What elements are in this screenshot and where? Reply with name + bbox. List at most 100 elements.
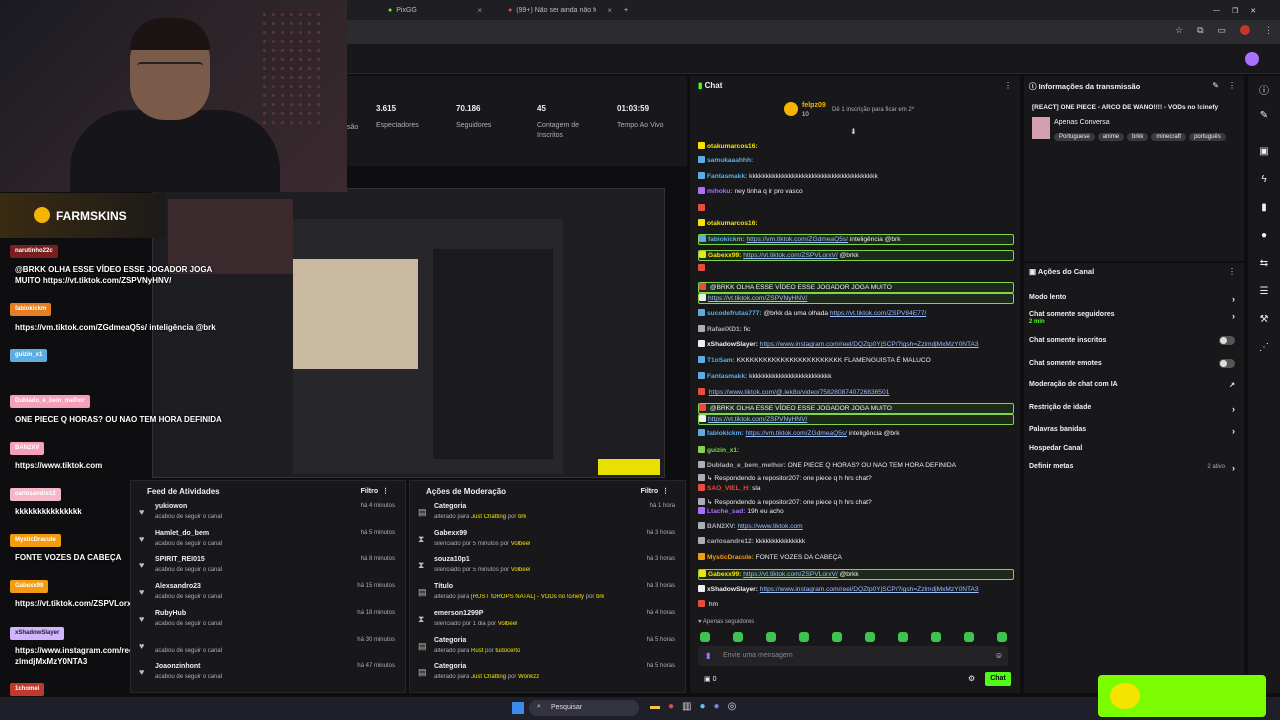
chat-username[interactable]: xShadowSlayer: [707,586,758,593]
chat-username[interactable]: fabiokickm: [708,236,745,243]
chat-username[interactable]: BAN2XV: [707,523,736,530]
chat-username[interactable]: otakumarcos16: [707,220,758,227]
chat-username[interactable]: sucodefrutas777: [707,310,762,317]
chat-link[interactable]: https://vm.tiktok.com/ZGdmeaQ5s/ [747,236,849,243]
emote-icon[interactable] [733,632,743,642]
list-icon[interactable]: ☰ [1257,286,1271,300]
feed-user[interactable]: Alexsandro23 [155,583,201,590]
stream-tag[interactable]: minecraft [1151,133,1187,141]
chat-username[interactable]: SAO_VIEL_H: [707,485,752,492]
file-explorer-icon[interactable]: ▬ [650,701,660,712]
chat-username[interactable]: fabiokickm: [707,430,744,437]
chat-username[interactable]: Fantasmakk: [707,373,747,380]
emote-icon[interactable] [865,632,875,642]
pencil-icon[interactable]: ✎ [1257,110,1271,124]
emote-icon[interactable] [766,632,776,642]
emote-icon[interactable] [997,632,1007,642]
extension-icon[interactable]: ⧉ [1197,25,1203,36]
app-icon[interactable]: ▥ [682,701,691,712]
close-icon[interactable]: × [607,6,612,15]
chat-username[interactable]: T1oSam: [707,357,735,364]
bolt-icon[interactable]: ϟ [1257,174,1271,188]
chat-settings-icon[interactable]: ⚙ [968,674,975,683]
emote-icon[interactable] [964,632,974,642]
chat-input[interactable]: ▮ Envie uma mensagem ☺ [698,646,1008,666]
chat-username[interactable]: samukaaahhh: [707,157,753,164]
info-menu-icon[interactable]: ⋮ [1228,81,1236,90]
chat-username[interactable]: mihoku: [707,188,733,195]
channel-action-item[interactable]: Definir metas 2 ativo › [1029,463,1239,473]
chat-username[interactable]: MysticDracule: [707,554,754,561]
feed-user[interactable]: yukiowon [155,503,187,510]
emote-icon[interactable] [898,632,908,642]
chat-send-button[interactable]: Chat [985,672,1011,686]
user-avatar[interactable] [1245,52,1259,66]
emote-icon[interactable] [799,632,809,642]
feed-user[interactable]: Hamlet_do_bem [155,530,209,537]
menu-icon[interactable]: ⋮ [1264,25,1273,36]
chat-username[interactable]: Dublado_e_bem_melhor: [707,462,786,469]
emote-icon[interactable] [832,632,842,642]
info-icon[interactable]: ⓘ [1257,82,1271,97]
collapse-icon[interactable]: ⇟ [850,127,857,136]
bookmark-icon[interactable]: ▮ [1257,202,1271,216]
moderation-filter-button[interactable]: Filtro ⋮ [641,487,669,495]
wrench-icon[interactable]: ⚒ [1257,314,1271,328]
emote-icon[interactable] [700,632,710,642]
chat-username[interactable]: Ltache_sad: [707,508,745,515]
windows-start-icon[interactable] [512,702,524,714]
stream-tag[interactable]: português [1189,133,1226,141]
feed-user[interactable]: SPIRIT_REI015 [155,556,205,563]
feed-user[interactable]: RubyHub [155,610,186,617]
close-icon[interactable]: × [477,6,482,15]
feed-filter-button[interactable]: Filtro ⋮ [361,487,389,495]
channel-points[interactable]: ▣ 0 [704,675,716,683]
taskbar-search[interactable]: ⌕ Pesquisar [529,700,639,716]
chat-username[interactable]: Fantasmakk: [707,173,747,180]
chat-link[interactable]: https://vm.tiktok.com/ZGdmeaQ5s/ [746,430,848,437]
broadcast-icon[interactable]: ⇆ [1257,258,1271,272]
channel-action-item[interactable]: Chat somente seguidores 2 min › [1029,311,1239,325]
profile-avatar[interactable] [1240,25,1251,35]
actions-menu-icon[interactable]: ⋮ [1228,267,1236,276]
maximize-icon[interactable]: ❐ [1232,7,1238,15]
chat-link[interactable]: https://vt.tiktok.com/ZSPVLorxV/ [743,571,838,578]
panel-icon[interactable]: ▭ [1218,25,1227,36]
chat-username[interactable]: guizin_x1: [707,447,739,454]
chat-menu-icon[interactable]: ⋮ [1004,81,1012,90]
obs-icon[interactable]: ◎ [728,701,737,712]
channel-action-item[interactable]: Chat somente emotes [1029,359,1239,368]
chat-username[interactable]: Gabexx99: [708,571,741,578]
chat-link[interactable]: https://www.tiktok.com [737,523,802,530]
chat-link[interactable]: https://vt.tiktok.com/ZSPVNyHNV/ [708,295,807,302]
edit-icon[interactable]: ✎ [1212,81,1219,90]
stream-tag[interactable]: anime [1097,133,1125,141]
chat-username[interactable]: otakumarcos16: [707,143,758,150]
star-icon[interactable]: ☆ [1175,25,1183,36]
chat-bubble-icon[interactable]: ● [1257,230,1271,244]
channel-action-item[interactable]: Moderação de chat com IA ↗ [1029,381,1239,389]
steam-icon[interactable]: ● [700,701,706,712]
gift-icon[interactable]: ▣ [1257,146,1271,160]
feed-user[interactable]: Joaonzinhont [155,663,201,670]
channel-action-item[interactable]: Chat somente inscritos [1029,336,1239,345]
toggle-switch[interactable] [1219,359,1235,368]
chat-link[interactable]: https://vt.tiktok.com/ZSPVNyHNV/ [708,416,807,423]
channel-action-item[interactable]: Hospedar Canal [1029,445,1239,453]
emoji-icon[interactable]: ☺ [995,651,1003,660]
chat-link[interactable]: https://www.instagram.com/reel/DQZtp0YjS… [760,586,979,593]
chat-username[interactable]: xShadowSlayer: [707,341,758,348]
share-icon[interactable]: ⋰ [1257,342,1271,356]
channel-action-item[interactable]: Palavras banidas › [1029,426,1239,436]
mic-icon[interactable]: ▮ [706,651,710,660]
chat-link[interactable]: https://vt.tiktok.com/ZSPV84E77/ [830,310,926,317]
channel-action-item[interactable]: Restrição de idade › [1029,404,1239,414]
chat-username[interactable]: carlosandre12: [707,538,754,545]
stream-tag[interactable]: Portuguese [1054,133,1095,141]
emote-icon[interactable] [931,632,941,642]
chat-username[interactable]: RafaelXD1: [707,326,742,333]
chat-username[interactable]: Gabexx99: [708,252,741,259]
chrome-icon[interactable]: ● [668,701,674,712]
minimize-icon[interactable]: — [1213,7,1220,14]
stream-tag[interactable]: brkk [1127,133,1149,141]
